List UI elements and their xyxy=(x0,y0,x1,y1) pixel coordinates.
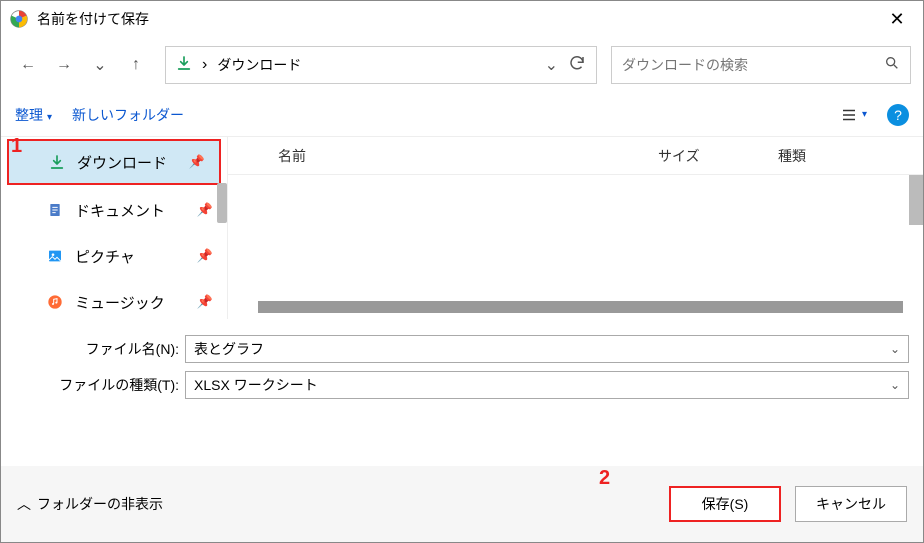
sidebar-item-label: ミュージック xyxy=(75,292,165,313)
sidebar: ダウンロード 📌 ドキュメント 📌 ピクチャ 📌 ミュージック 📌 xyxy=(1,137,227,319)
toolbar: 整理 ▾ 新しいフォルダー ▾ ? xyxy=(1,93,923,137)
file-scrollbar-vertical[interactable] xyxy=(909,175,923,225)
filename-label: ファイル名(N): xyxy=(15,339,179,359)
annotation-marker-2: 2 xyxy=(599,467,610,490)
sidebar-item-label: ドキュメント xyxy=(75,200,165,221)
chevron-down-icon: ▾ xyxy=(862,109,867,120)
search-box[interactable] xyxy=(611,46,911,84)
sidebar-item-pictures[interactable]: ピクチャ 📌 xyxy=(1,233,227,279)
file-list: 名前 サイズ 種類 xyxy=(227,137,923,319)
column-type[interactable]: 種類 xyxy=(778,146,923,166)
app-icon xyxy=(9,9,29,29)
filename-input[interactable]: 表とグラフ ⌄ xyxy=(185,335,909,363)
organize-button[interactable]: 整理 ▾ xyxy=(15,105,52,125)
sidebar-item-label: ダウンロード xyxy=(77,152,167,173)
footer: ︿ フォルダーの非表示 保存(S) キャンセル xyxy=(1,466,923,542)
cancel-button[interactable]: キャンセル xyxy=(795,486,907,522)
sidebar-item-documents[interactable]: ドキュメント 📌 xyxy=(1,187,227,233)
chevron-down-icon[interactable]: ⌄ xyxy=(890,378,900,392)
download-icon xyxy=(47,154,67,170)
filename-value: 表とグラフ xyxy=(194,339,264,359)
hide-folders-button[interactable]: ︿ フォルダーの非表示 xyxy=(17,494,163,514)
pin-icon[interactable]: 📌 xyxy=(197,202,213,218)
address-bar[interactable]: › ダウンロード ⌄ xyxy=(165,46,597,84)
download-icon xyxy=(176,55,192,76)
nav-row: ← → ⌄ ↑ › ダウンロード ⌄ xyxy=(1,37,923,93)
column-name[interactable]: 名前 xyxy=(228,146,658,166)
chevron-down-icon: ▾ xyxy=(47,112,52,123)
title-bar: 名前を付けて保存 ✕ xyxy=(1,1,923,37)
recent-button[interactable]: ⌄ xyxy=(85,50,115,80)
forward-button[interactable]: → xyxy=(49,50,79,80)
refresh-button[interactable] xyxy=(568,54,586,77)
view-button[interactable]: ▾ xyxy=(840,106,867,124)
pin-icon[interactable]: 📌 xyxy=(189,154,205,170)
breadcrumb-separator: › xyxy=(202,56,207,74)
sidebar-item-downloads[interactable]: ダウンロード 📌 xyxy=(7,139,221,185)
filetype-label: ファイルの種類(T): xyxy=(15,375,179,395)
back-button[interactable]: ← xyxy=(13,50,43,80)
picture-icon xyxy=(45,248,65,264)
filetype-select[interactable]: XLSX ワークシート ⌄ xyxy=(185,371,909,399)
path-dropdown-icon[interactable]: ⌄ xyxy=(545,55,558,75)
chevron-down-icon[interactable]: ⌄ xyxy=(890,342,900,356)
new-folder-button[interactable]: 新しいフォルダー xyxy=(72,105,184,125)
sidebar-item-music[interactable]: ミュージック 📌 xyxy=(1,279,227,325)
file-header: 名前 サイズ 種類 xyxy=(228,137,923,175)
search-input[interactable] xyxy=(622,57,884,73)
sidebar-scrollbar[interactable] xyxy=(217,183,227,223)
up-button[interactable]: ↑ xyxy=(121,50,151,80)
annotation-marker-1: 1 xyxy=(11,135,22,158)
hide-folders-label: フォルダーの非表示 xyxy=(37,494,163,514)
fields-area: ファイル名(N): 表とグラフ ⌄ ファイルの種類(T): XLSX ワークシー… xyxy=(1,319,923,403)
window-title: 名前を付けて保存 xyxy=(37,9,879,29)
filetype-value: XLSX ワークシート xyxy=(194,375,318,395)
sidebar-item-label: ピクチャ xyxy=(75,246,135,267)
search-icon[interactable] xyxy=(884,55,900,76)
music-icon xyxy=(45,294,65,310)
close-button[interactable]: ✕ xyxy=(879,1,915,37)
pin-icon[interactable]: 📌 xyxy=(197,294,213,310)
pin-icon[interactable]: 📌 xyxy=(197,248,213,264)
save-button[interactable]: 保存(S) xyxy=(669,486,781,522)
file-scrollbar-horizontal[interactable] xyxy=(258,301,903,313)
organize-label: 整理 xyxy=(15,107,43,123)
chevron-up-icon: ︿ xyxy=(17,494,31,514)
breadcrumb[interactable]: ダウンロード xyxy=(217,55,534,75)
column-size[interactable]: サイズ xyxy=(658,146,778,166)
help-button[interactable]: ? xyxy=(887,104,909,126)
document-icon xyxy=(45,202,65,218)
